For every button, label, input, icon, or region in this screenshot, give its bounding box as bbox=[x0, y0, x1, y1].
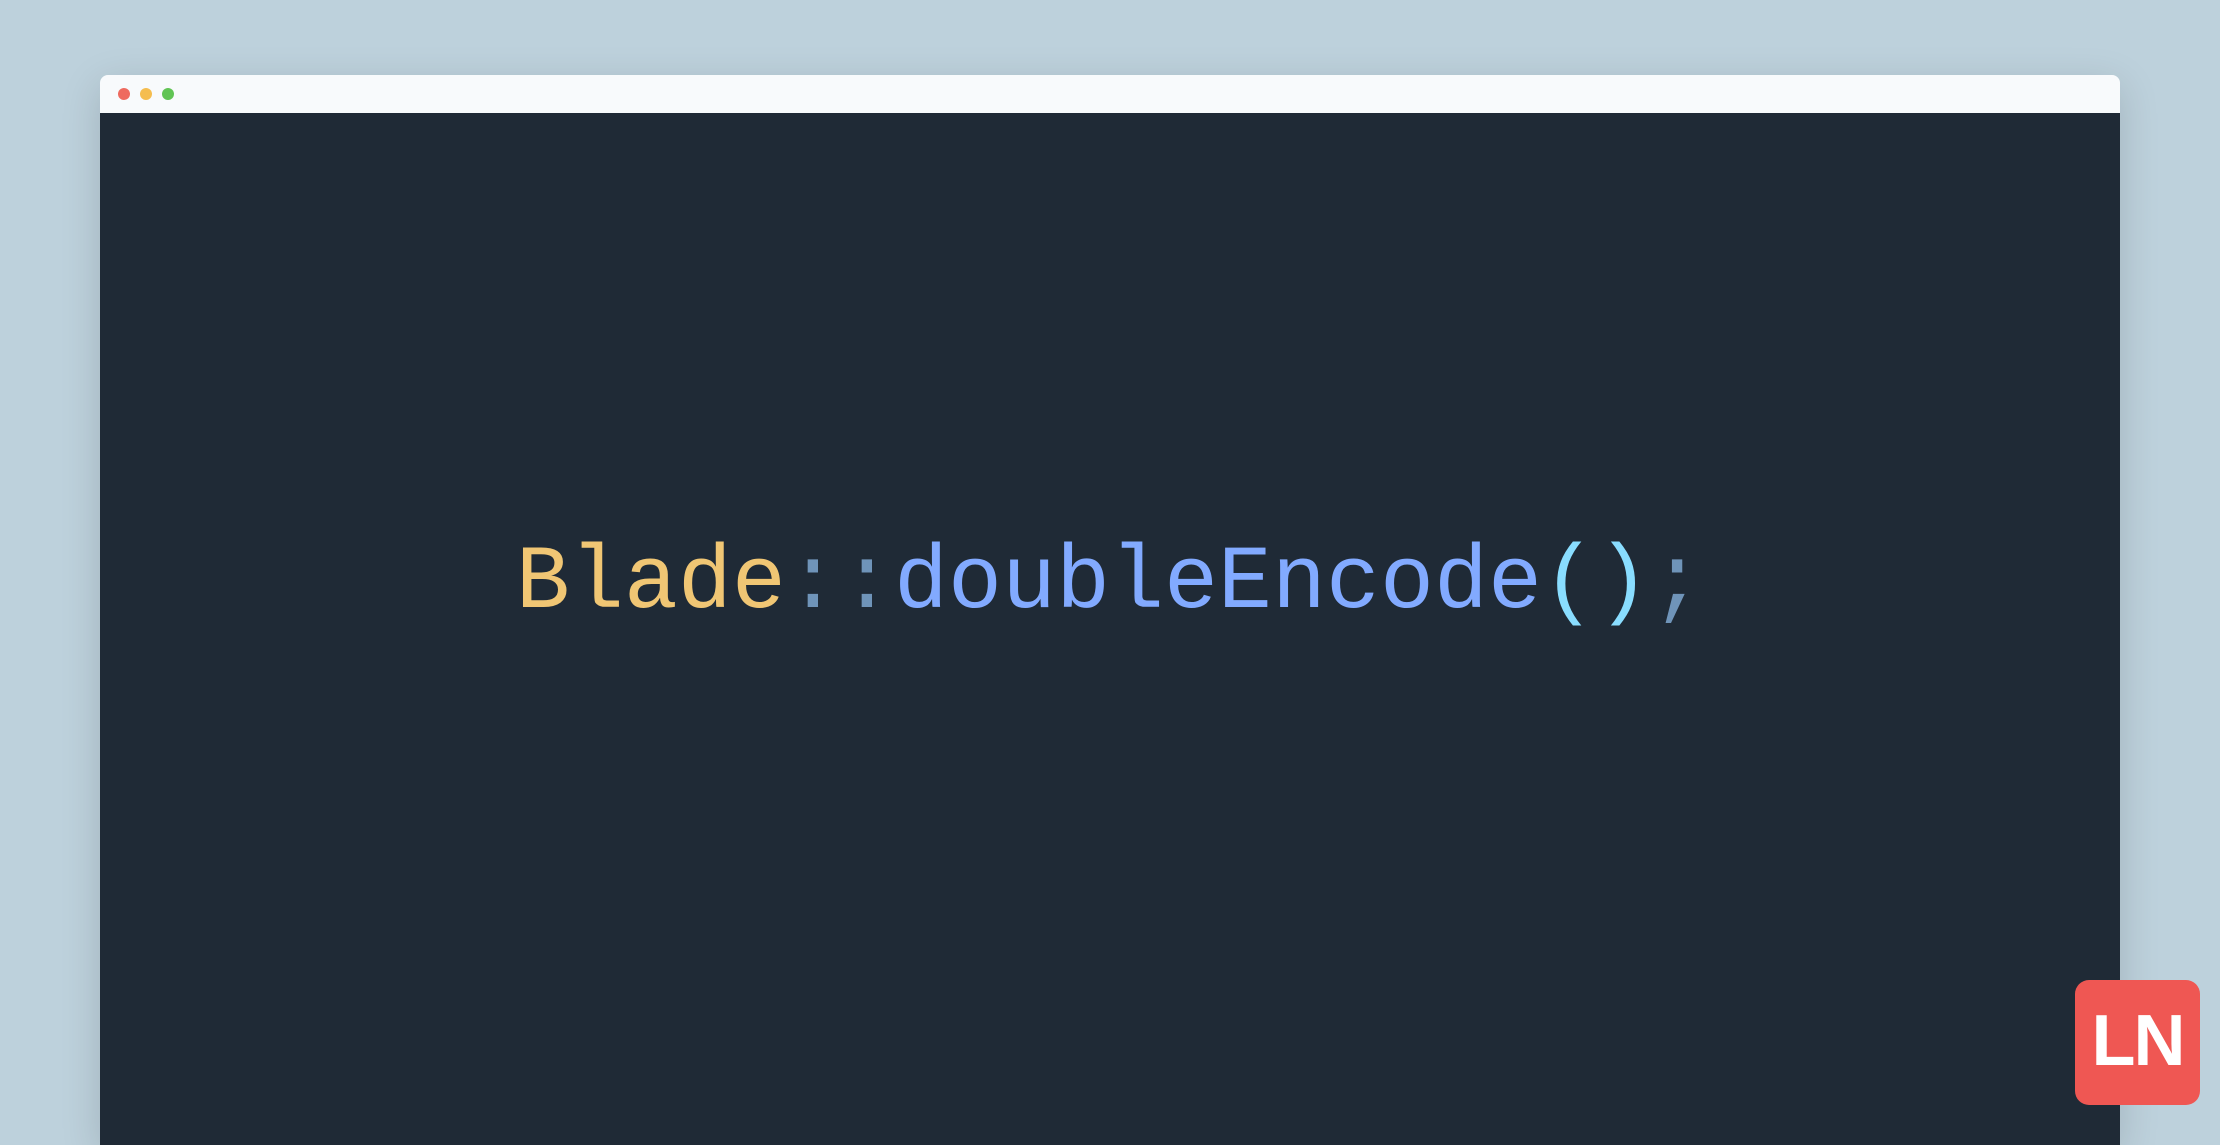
code-editor-area: Blade::doubleEncode(); bbox=[100, 113, 2120, 1145]
minimize-icon[interactable] bbox=[140, 88, 152, 100]
code-line: Blade::doubleEncode(); bbox=[516, 533, 1704, 635]
maximize-icon[interactable] bbox=[162, 88, 174, 100]
token-semicolon: ; bbox=[1650, 533, 1704, 635]
brand-logo-text: LN bbox=[2092, 1005, 2184, 1077]
editor-window: Blade::doubleEncode(); bbox=[100, 75, 2120, 1145]
brand-logo-badge: LN bbox=[2075, 980, 2200, 1105]
close-icon[interactable] bbox=[118, 88, 130, 100]
window-titlebar bbox=[100, 75, 2120, 113]
token-parentheses: () bbox=[1542, 533, 1650, 635]
token-scope-operator: :: bbox=[786, 533, 894, 635]
token-method: doubleEncode bbox=[894, 533, 1542, 635]
token-class: Blade bbox=[516, 533, 786, 635]
